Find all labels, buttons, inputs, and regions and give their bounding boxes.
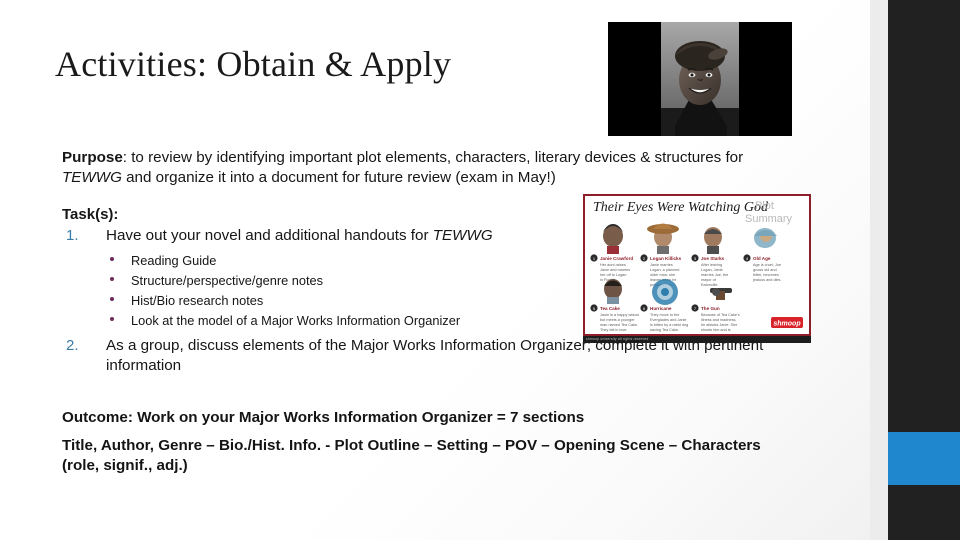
slide: Activities: Obtain & Apply Purpose: to r… <box>0 0 960 540</box>
sublist-label: Hist/Bio research notes <box>131 293 264 309</box>
bullet-dot-icon <box>110 277 114 282</box>
sublist-label: Look at the model of a Major Works Infor… <box>131 313 461 329</box>
sublist-label: Structure/perspective/genre notes <box>131 273 324 289</box>
svg-text:Hurricane: Hurricane <box>650 306 672 311</box>
infographic-illustration-icon: Their Eyes Were Watching God Plot Summar… <box>585 196 809 334</box>
svg-text:Because of Tea Cake's: Because of Tea Cake's <box>701 313 740 317</box>
svg-text:jealous and dies.: jealous and dies. <box>752 278 782 282</box>
svg-text:Their Eyes Were Watching God: Their Eyes Were Watching God <box>593 200 769 215</box>
svg-text:They move to the: They move to the <box>650 313 679 317</box>
svg-text:shmoop: shmoop <box>773 321 801 328</box>
outcome-line-1: Outcome: Work on your Major Works Inform… <box>62 409 585 426</box>
svg-text:Plot: Plot <box>755 200 774 212</box>
svg-text:Summary: Summary <box>745 213 793 225</box>
author-portrait-photo <box>608 22 792 136</box>
svg-text:Janie Crawford: Janie Crawford <box>600 256 633 261</box>
bullet-dot-icon <box>110 257 114 262</box>
svg-text:marries Joe, the: marries Joe, the <box>701 273 728 277</box>
portrait-image <box>661 22 739 136</box>
svg-text:bitter, becomes: bitter, becomes <box>753 273 779 277</box>
outcome-block: Outcome: Work on your Major Works Inform… <box>62 408 802 477</box>
infographic-footer-strip: shmoop university all rights reserved <box>583 336 811 343</box>
svg-text:man named Tea Cake.: man named Tea Cake. <box>600 323 638 327</box>
portrait-illustration-icon <box>661 22 739 136</box>
sublist-label: Reading Guide <box>131 253 217 269</box>
right-sidebar-accent <box>888 432 960 485</box>
svg-text:Logan, Janie: Logan, Janie <box>701 268 723 272</box>
svg-text:Janie marries: Janie marries <box>650 263 673 267</box>
task-text: Have out your novel and additional hando… <box>106 227 433 244</box>
task-italic: TEWWG <box>432 227 493 244</box>
task-number: 1. <box>66 227 79 244</box>
svg-text:Old Age: Old Age <box>753 256 771 261</box>
purpose-label: Purpose <box>62 149 123 166</box>
svg-text:saving Tea Cake.: saving Tea Cake. <box>650 328 679 332</box>
svg-text:is bitten by a rabid dog: is bitten by a rabid dog <box>650 323 688 327</box>
svg-text:illness and madness,: illness and madness, <box>701 318 736 322</box>
svg-text:After leaving: After leaving <box>701 263 722 267</box>
infographic-footer-text: shmoop university all rights reserved <box>586 337 649 341</box>
svg-text:Logan, a planned: Logan, a planned <box>650 268 679 272</box>
svg-text:older man; she: older man; she <box>650 273 675 277</box>
svg-text:They fall in love.: They fall in love. <box>600 328 627 332</box>
svg-text:Everglades and Janie: Everglades and Janie <box>650 318 687 322</box>
svg-text:Joe Starks: Joe Starks <box>701 256 725 261</box>
svg-text:Her aunt raises: Her aunt raises <box>600 263 626 267</box>
svg-text:grows old and: grows old and <box>753 268 777 272</box>
outcome-line-2: Title, Author, Genre – Bio./Hist. Info. … <box>62 437 761 475</box>
svg-text:her off to Logan: her off to Logan <box>600 273 627 277</box>
purpose-text-2: and organize it into a document for futu… <box>121 168 556 186</box>
svg-text:Janie and marries: Janie and marries <box>600 268 630 272</box>
svg-text:shoots him and is: shoots him and is <box>701 328 731 332</box>
bullet-dot-icon <box>110 297 114 302</box>
svg-text:he attacks Janie. She: he attacks Janie. She <box>701 323 737 327</box>
svg-text:Tea Cake: Tea Cake <box>600 306 620 311</box>
svg-text:The Gun: The Gun <box>701 306 720 311</box>
svg-text:Janie is a happy widow: Janie is a happy widow <box>600 313 639 317</box>
svg-text:Eatonville.: Eatonville. <box>701 283 719 287</box>
purpose-italic-1: TEWWG <box>62 168 122 186</box>
svg-text:but meets a younger: but meets a younger <box>600 318 635 322</box>
purpose-text-1: : to review by identifying important plo… <box>122 149 744 166</box>
task-number: 2. <box>66 336 79 354</box>
svg-text:Logan Killicks: Logan Killicks <box>650 256 682 261</box>
purpose-paragraph: Purpose: to review by identifying import… <box>62 148 797 188</box>
svg-text:Age is cruel; Joe: Age is cruel; Joe <box>753 263 781 267</box>
bullet-dot-icon <box>110 317 114 322</box>
plot-summary-infographic: Their Eyes Were Watching God Plot Summar… <box>583 194 811 336</box>
svg-text:mayor of: mayor of <box>701 278 717 282</box>
right-gutter <box>870 0 888 540</box>
page-title: Activities: Obtain & Apply <box>55 44 452 84</box>
